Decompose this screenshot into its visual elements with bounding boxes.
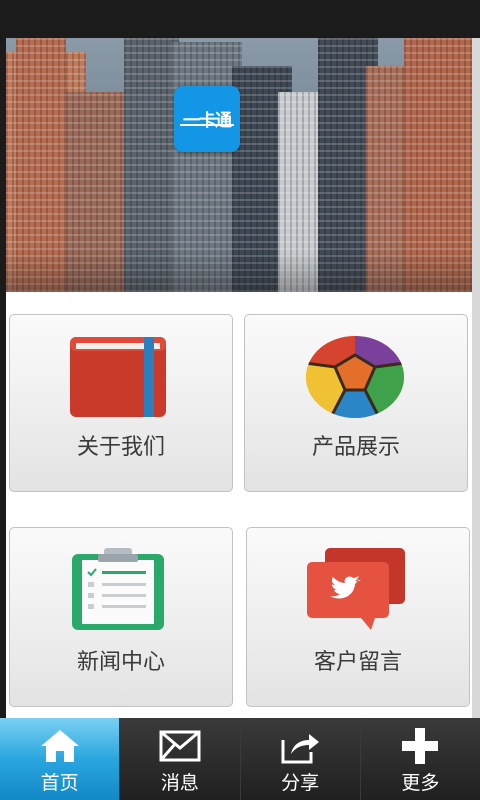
home-icon bbox=[40, 730, 79, 762]
frame-edge bbox=[472, 38, 480, 718]
share-icon bbox=[281, 734, 320, 764]
tab-label: 更多 bbox=[401, 772, 440, 794]
tile-about-us[interactable]: 关于我们 bbox=[9, 314, 233, 492]
tab-label: 分享 bbox=[281, 772, 320, 794]
clipboard-icon bbox=[72, 548, 164, 630]
tab-label: 消息 bbox=[160, 772, 199, 794]
tab-label: 首页 bbox=[40, 772, 79, 794]
main-content: 关于我们 产品展示 新闻中心 客户留言 bbox=[6, 292, 472, 718]
twitter-chat-icon bbox=[307, 548, 405, 630]
tile-label: 产品展示 bbox=[311, 435, 400, 460]
tile-label: 新闻中心 bbox=[76, 650, 165, 675]
tab-home[interactable]: 首页 bbox=[0, 718, 121, 800]
tile-products[interactable]: 产品展示 bbox=[244, 314, 468, 492]
tile-customer-messages[interactable]: 客户留言 bbox=[246, 527, 470, 707]
book-icon bbox=[70, 337, 166, 417]
banner-image: 一卡通 bbox=[6, 38, 472, 292]
status-bar bbox=[0, 0, 480, 38]
tile-news-center[interactable]: 新闻中心 bbox=[9, 527, 233, 707]
tile-label: 客户留言 bbox=[313, 650, 402, 675]
bottom-tab-bar: 首页 消息 分享 更多 bbox=[0, 718, 480, 800]
logo-text: 一卡通 bbox=[183, 111, 232, 131]
tab-share[interactable]: 分享 bbox=[240, 718, 361, 800]
tab-more[interactable]: 更多 bbox=[360, 718, 480, 800]
tile-label: 关于我们 bbox=[76, 435, 165, 460]
envelope-icon bbox=[159, 730, 201, 762]
logo-underline bbox=[180, 124, 234, 126]
app-logo: 一卡通 bbox=[174, 86, 240, 152]
colorful-logo-icon bbox=[306, 336, 404, 418]
tab-messages[interactable]: 消息 bbox=[120, 718, 241, 800]
plus-icon bbox=[402, 728, 439, 764]
